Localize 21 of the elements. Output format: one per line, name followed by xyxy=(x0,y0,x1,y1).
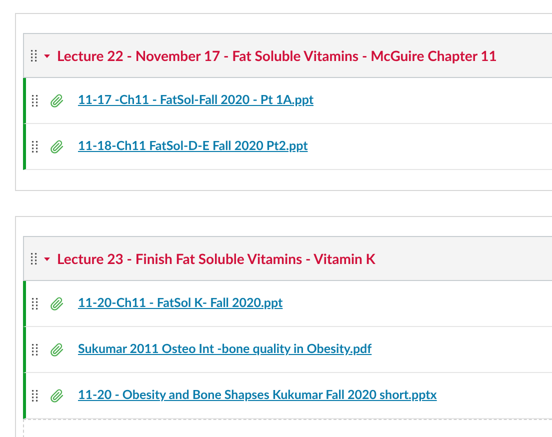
drag-handle-icon[interactable] xyxy=(32,298,38,310)
file-link[interactable]: Sukumar 2011 Osteo Int -bone quality in Obesity.pdf xyxy=(78,340,372,359)
drag-handle-icon[interactable] xyxy=(32,94,38,106)
paperclip-icon xyxy=(50,296,64,310)
drag-handle-icon[interactable] xyxy=(32,390,38,402)
drag-handle-icon[interactable] xyxy=(32,344,38,356)
file-link[interactable]: 11-20-Ch11 - FatSol K- Fall 2020.ppt xyxy=(78,294,283,313)
drag-handle-icon[interactable] xyxy=(31,252,37,264)
module-title: Lecture 22 - November 17 - Fat Soluble Vitamins - McGuire Chapter 11 xyxy=(57,46,497,66)
file-link[interactable]: 11-20 - Obesity and Bone Shapses Kukumar Fall 2020 short.pptx xyxy=(78,386,437,405)
caret-icon[interactable] xyxy=(43,254,51,262)
drag-handle-icon[interactable] xyxy=(31,50,37,62)
caret-icon[interactable] xyxy=(43,52,51,60)
paperclip-icon xyxy=(50,388,64,402)
paperclip-icon xyxy=(50,94,64,108)
module-title: Lecture 23 - Finish Fat Soluble Vitamins - Vitamin K xyxy=(57,249,376,269)
paperclip-icon xyxy=(50,342,64,356)
paperclip-icon xyxy=(50,140,64,154)
drag-handle-icon[interactable] xyxy=(32,140,38,152)
file-link[interactable]: 11-17 -Ch11 - FatSol-Fall 2020 - Pt 1A.ppt xyxy=(78,91,314,110)
file-link[interactable]: 11-18-Ch11 FatSol-D-E Fall 2020 Pt2.ppt xyxy=(78,137,308,156)
